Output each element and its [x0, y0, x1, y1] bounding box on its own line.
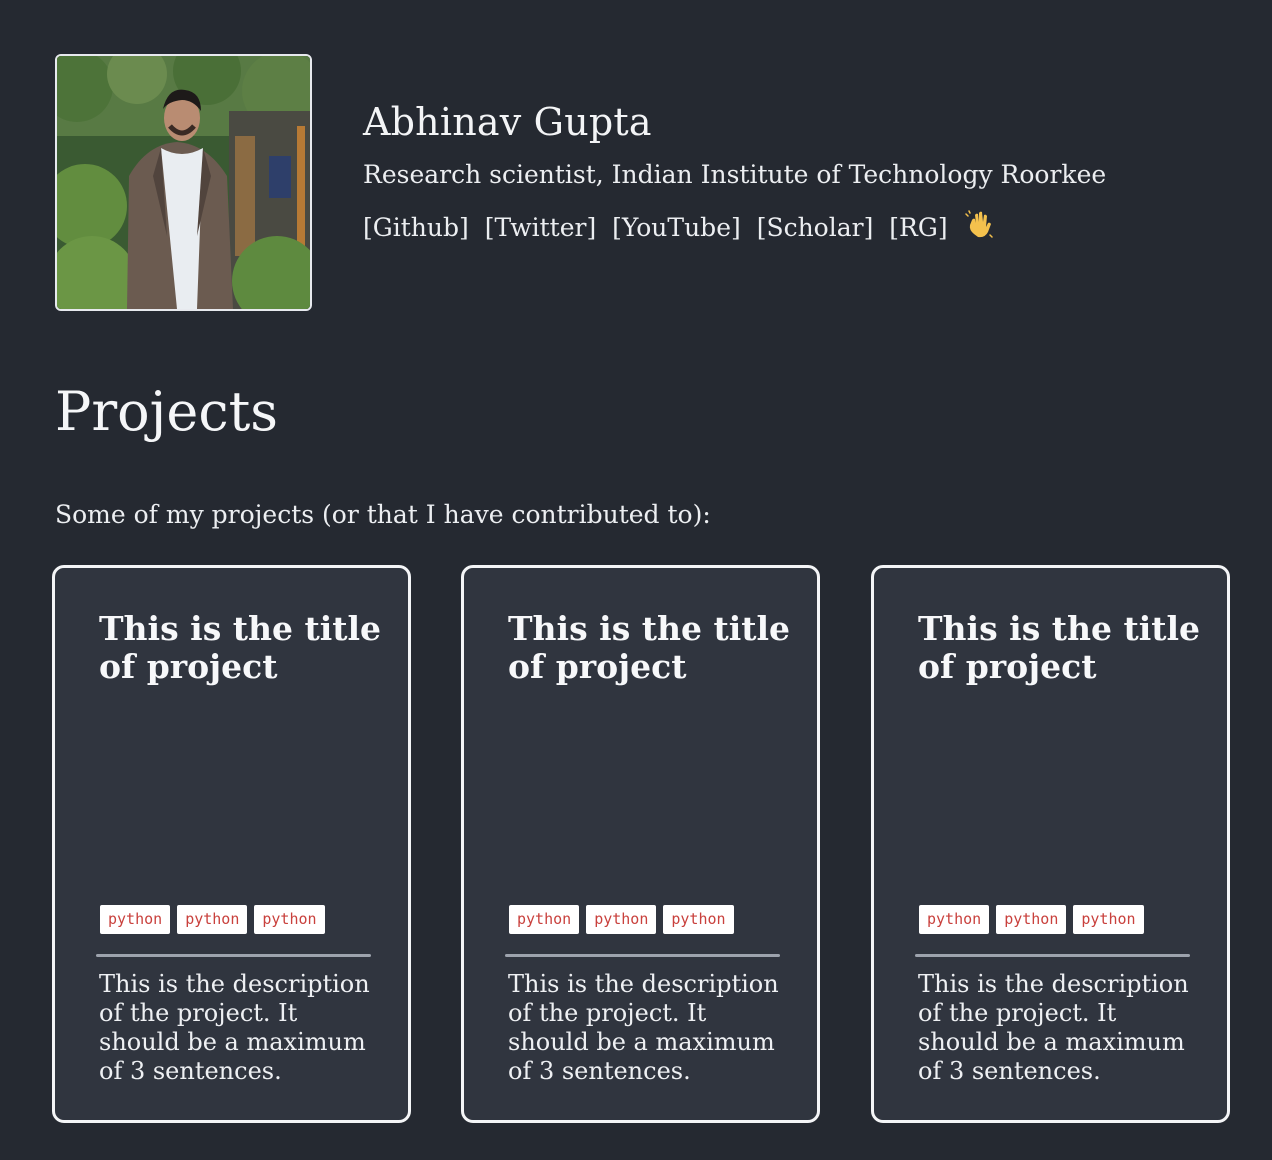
project-card[interactable]: This is the title of project python pyth… [52, 565, 411, 1123]
project-tag: python [919, 905, 990, 934]
scholar-link[interactable]: [Scholar] [757, 213, 874, 242]
waving-hand-icon [964, 210, 994, 240]
project-tags: python python python [509, 905, 734, 934]
github-link[interactable]: [Github] [363, 213, 469, 242]
project-tags: python python python [919, 905, 1144, 934]
project-title: This is the title of project [99, 609, 382, 686]
project-tag: python [177, 905, 248, 934]
project-tag: python [100, 905, 171, 934]
card-divider [915, 954, 1190, 957]
project-tag: python [509, 905, 580, 934]
project-title: This is the title of project [508, 609, 791, 686]
profile-name: Abhinav Gupta [363, 100, 652, 144]
card-divider [505, 954, 780, 957]
researchgate-link[interactable]: [RG] [889, 213, 947, 242]
project-card[interactable]: This is the title of project python pyth… [461, 565, 820, 1123]
projects-intro: Some of my projects (or that I have cont… [55, 500, 711, 529]
twitter-link[interactable]: [Twitter] [485, 213, 597, 242]
project-description: This is the description of the project. … [99, 970, 370, 1085]
project-tags: python python python [100, 905, 325, 934]
youtube-link[interactable]: [YouTube] [612, 213, 741, 242]
projects-heading: Projects [55, 380, 279, 443]
project-tag: python [586, 905, 657, 934]
project-title: This is the title of project [918, 609, 1201, 686]
profile-photo [57, 56, 310, 309]
profile-avatar [55, 54, 312, 311]
project-tag: python [663, 905, 734, 934]
project-card[interactable]: This is the title of project python pyth… [871, 565, 1230, 1123]
project-tag: python [1073, 905, 1144, 934]
project-description: This is the description of the project. … [918, 970, 1189, 1085]
card-divider [96, 954, 371, 957]
project-description: This is the description of the project. … [508, 970, 779, 1085]
project-tag: python [254, 905, 325, 934]
project-tag: python [996, 905, 1067, 934]
profile-links: [Github] [Twitter] [YouTube] [Scholar] [… [363, 210, 994, 242]
profile-role: Research scientist, Indian Institute of … [363, 160, 1107, 189]
